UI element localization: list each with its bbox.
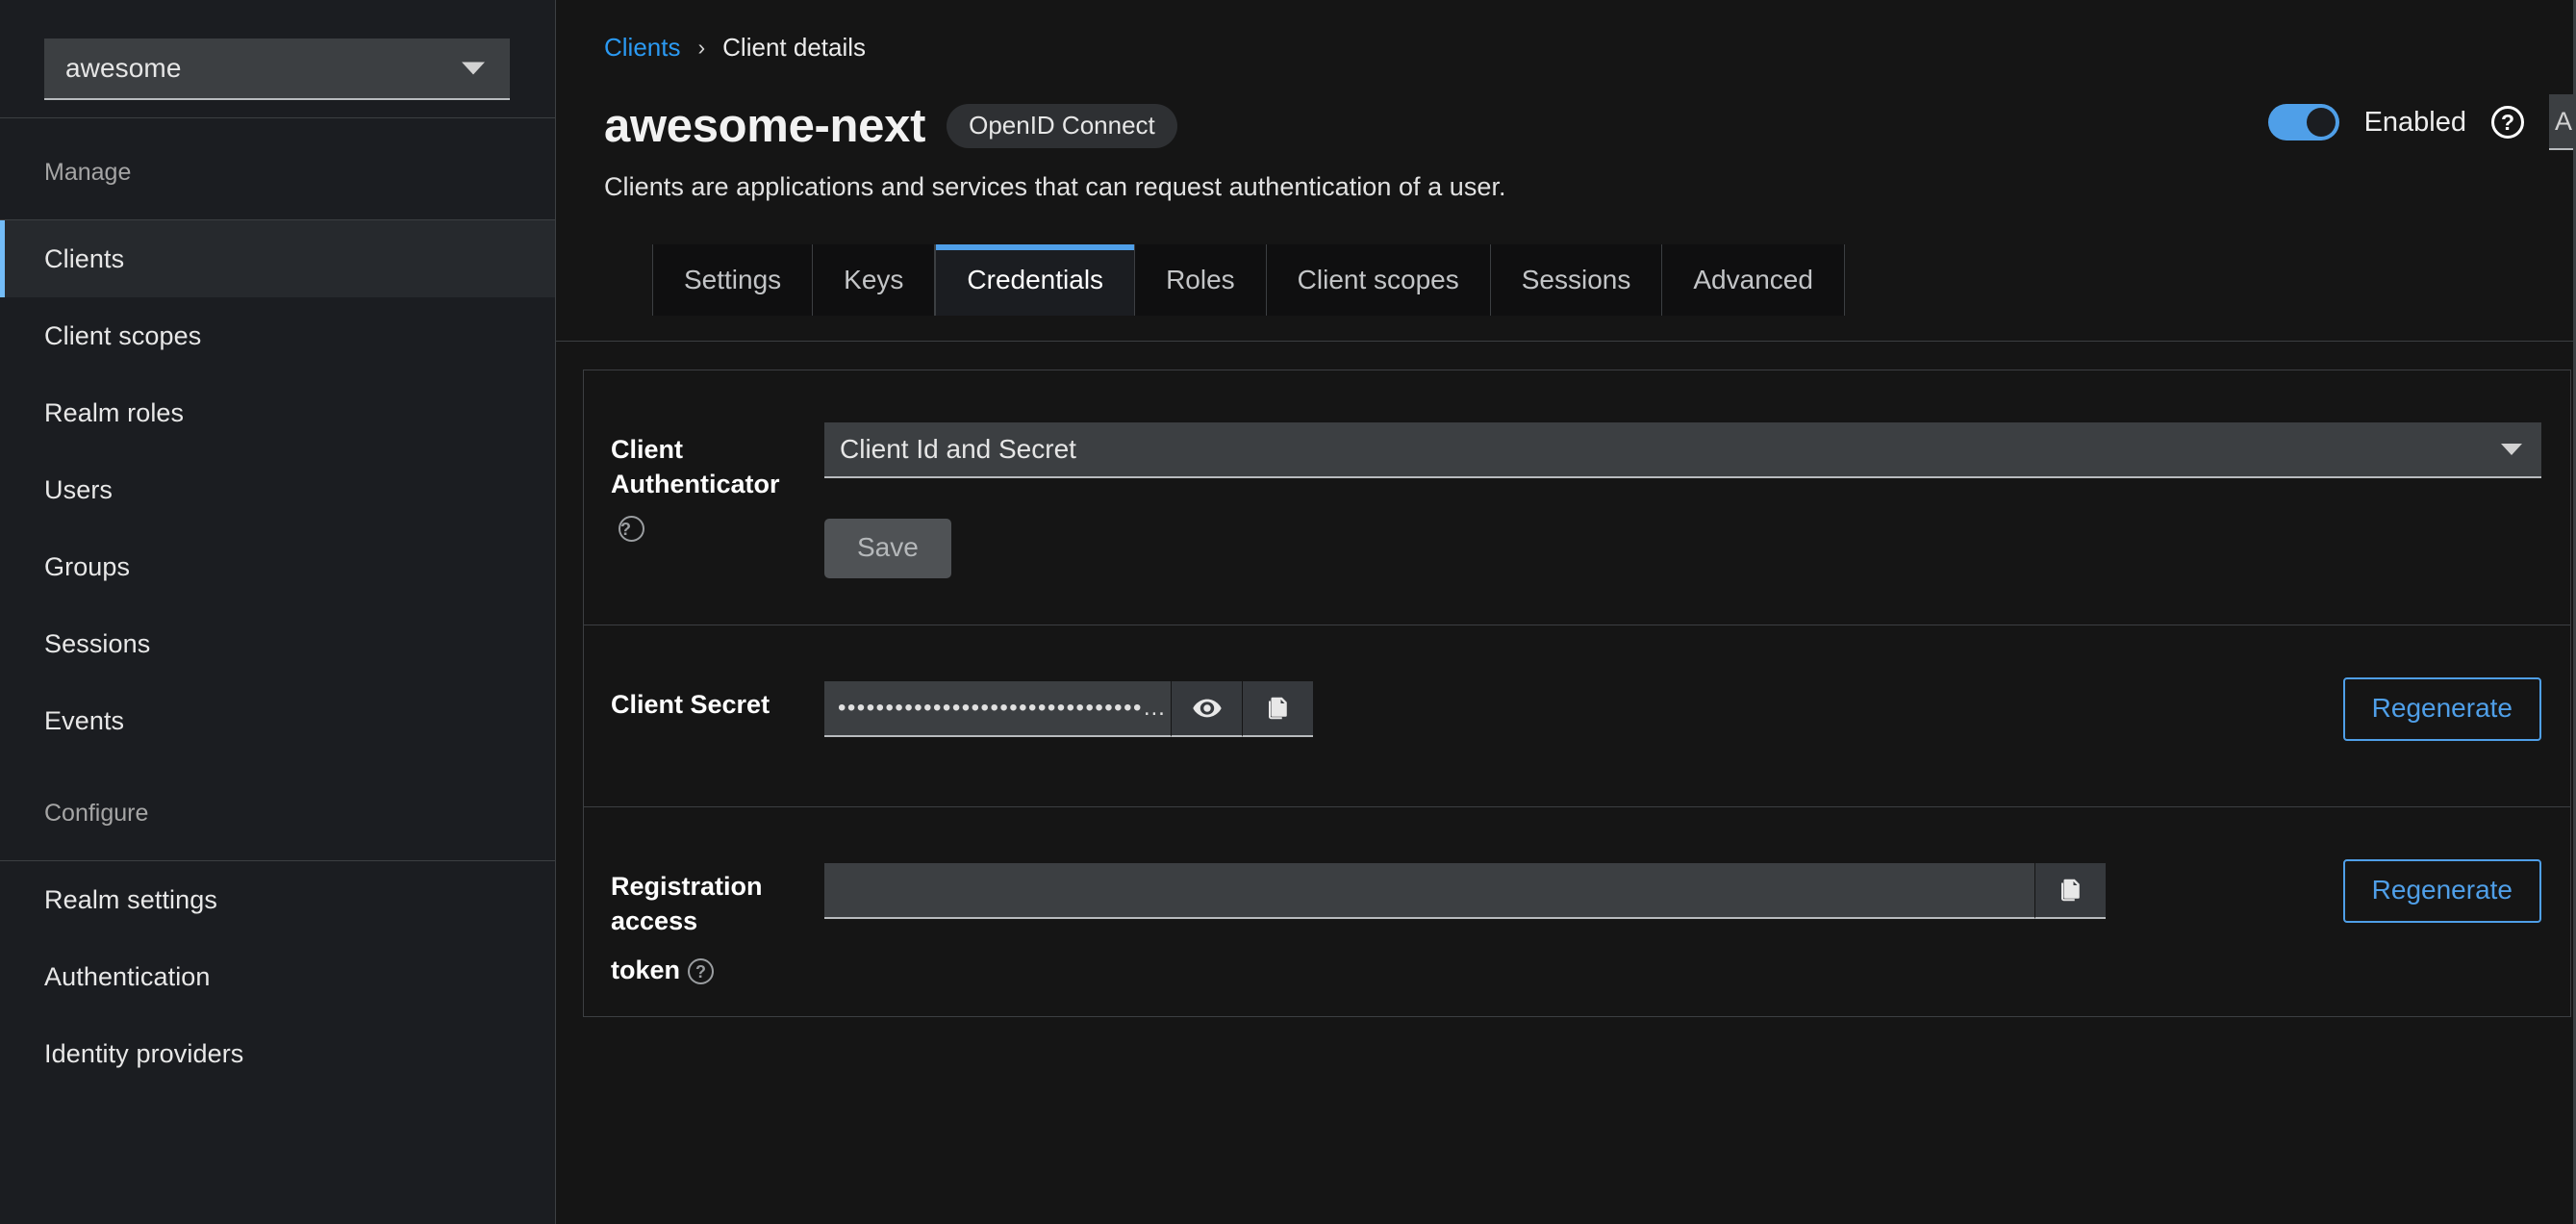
realm-selector[interactable]: awesome (44, 38, 510, 100)
sidebar-item-label: Clients (44, 243, 125, 273)
tab-sessions[interactable]: Sessions (1490, 244, 1663, 316)
save-button[interactable]: Save (824, 519, 951, 578)
breadcrumb: Clients › Client details (604, 33, 2576, 63)
tab-label: Keys (844, 265, 904, 294)
client-authenticator-label-text: Client Authenticator (611, 435, 780, 499)
client-secret-control: ••••••••••••••••••••••••••••••••… Regene… (824, 677, 2570, 741)
tab-client-scopes[interactable]: Client scopes (1266, 244, 1491, 316)
realm-selector-value: awesome (65, 53, 182, 83)
toggle-knob (2306, 108, 2336, 137)
nav-group-title-manage: Manage (44, 159, 132, 186)
tab-label: Settings (684, 265, 782, 294)
registration-access-token-label-line1: Registration access (611, 872, 763, 936)
keycloak-admin-console: awesome Manage Clients Client scopes Rea… (0, 0, 2576, 1224)
tab-advanced[interactable]: Advanced (1662, 244, 1845, 316)
copy-icon (1264, 694, 1293, 723)
client-secret-row: Client Secret ••••••••••••••••••••••••••… (584, 625, 2570, 741)
tab-roles[interactable]: Roles (1135, 244, 1267, 316)
registration-access-token-input[interactable] (824, 863, 2034, 919)
page-header: Clients › Client details awesome-next Op… (556, 0, 2576, 316)
sidebar-item-label: Authentication (44, 961, 211, 991)
sidebar-item-label: Groups (44, 551, 131, 581)
nav-list-manage: Clients Client scopes Realm roles Users … (0, 220, 555, 759)
main-content: Clients › Client details awesome-next Op… (556, 0, 2576, 1224)
copy-icon (2057, 876, 2085, 905)
client-authenticator-select[interactable]: Client Id and Secret (824, 422, 2541, 478)
copy-secret-button[interactable] (1242, 681, 1313, 737)
breadcrumb-separator-icon: › (697, 35, 706, 60)
sidebar-item-realm-roles[interactable]: Realm roles (0, 374, 555, 451)
tab-keys[interactable]: Keys (813, 244, 936, 316)
sidebar-item-label: Client scopes (44, 320, 202, 350)
header-edge-field[interactable]: A (2549, 94, 2576, 150)
client-secret-label-text: Client Secret (611, 690, 770, 719)
tab-bar-underline (556, 341, 2576, 342)
sidebar-item-identity-providers[interactable]: Identity providers (0, 1015, 555, 1092)
sidebar-item-label: Identity providers (44, 1038, 244, 1068)
tab-settings[interactable]: Settings (652, 244, 814, 316)
sidebar-item-users[interactable]: Users (0, 451, 555, 528)
page-title: awesome-next (604, 100, 926, 152)
sidebar-item-events[interactable]: Events (0, 682, 555, 759)
client-secret-section: Client Secret ••••••••••••••••••••••••••… (584, 625, 2570, 806)
sidebar: awesome Manage Clients Client scopes Rea… (0, 0, 556, 1224)
sidebar-item-sessions[interactable]: Sessions (0, 605, 555, 682)
credentials-panel: Client Authenticator ? Client Id and Sec… (556, 370, 2576, 1224)
registration-access-token-row: Registration access token? Regenerate (584, 807, 2570, 987)
copy-registration-token-button[interactable] (2034, 863, 2106, 919)
chevron-down-icon (2501, 444, 2522, 455)
tab-label: Credentials (967, 265, 1104, 294)
client-authenticator-control: Client Id and Secret Save (824, 422, 2570, 625)
regenerate-registration-token-button[interactable]: Regenerate (2342, 859, 2541, 923)
realm-selector-wrapper: awesome (0, 0, 555, 100)
client-authenticator-row: Client Authenticator ? Client Id and Sec… (584, 370, 2570, 625)
client-authenticator-section: Client Authenticator ? Client Id and Sec… (584, 370, 2570, 625)
sidebar-item-label: Realm roles (44, 397, 185, 427)
header-actions: Enabled ? A (2267, 94, 2576, 150)
enabled-toggle[interactable] (2267, 104, 2339, 140)
client-authenticator-label: Client Authenticator ? (611, 422, 824, 542)
question-circle-icon[interactable]: ? (2491, 106, 2524, 139)
nav-group-title-configure: Configure (44, 800, 149, 827)
tab-bar: Settings Keys Credentials Roles Client s… (652, 244, 2576, 316)
question-circle-icon[interactable]: ? (688, 958, 715, 985)
enabled-toggle-label: Enabled (2363, 106, 2466, 138)
registration-access-token-label-line2: token (611, 955, 681, 984)
tab-credentials[interactable]: Credentials (935, 244, 1136, 316)
nav-list-configure: Realm settings Authentication Identity p… (0, 861, 555, 1092)
sidebar-item-groups[interactable]: Groups (0, 528, 555, 605)
registration-access-token-section: Registration access token? Regenerate (584, 806, 2570, 1016)
sidebar-item-label: Sessions (44, 628, 151, 658)
client-secret-input[interactable]: ••••••••••••••••••••••••••••••••… (824, 681, 1171, 737)
tab-label: Roles (1166, 265, 1235, 294)
sidebar-item-label: Events (44, 705, 125, 735)
tab-label: Client scopes (1297, 265, 1459, 294)
tab-label: Sessions (1521, 265, 1631, 294)
registration-access-token-label: Registration access token? (611, 859, 824, 987)
sidebar-item-client-scopes[interactable]: Client scopes (0, 297, 555, 374)
show-secret-button[interactable] (1171, 681, 1242, 737)
credentials-card: Client Authenticator ? Client Id and Sec… (583, 370, 2571, 1018)
tab-label: Advanced (1693, 265, 1813, 294)
chevron-down-icon (462, 62, 485, 75)
page-subtitle: Clients are applications and services th… (604, 172, 1506, 201)
protocol-badge: OpenID Connect (947, 104, 1177, 148)
client-authenticator-selected-value: Client Id and Secret (840, 434, 1076, 464)
sidebar-item-realm-settings[interactable]: Realm settings (0, 861, 555, 938)
breadcrumb-current: Client details (722, 33, 867, 62)
registration-access-token-label-line2-wrap: token? (611, 953, 824, 987)
question-circle-icon[interactable]: ? (619, 515, 644, 542)
client-secret-label: Client Secret (611, 677, 824, 722)
breadcrumb-link-clients[interactable]: Clients (604, 33, 680, 63)
sidebar-item-clients[interactable]: Clients (0, 220, 555, 297)
sidebar-item-authentication[interactable]: Authentication (0, 938, 555, 1015)
sidebar-item-label: Users (44, 474, 114, 504)
sidebar-item-label: Realm settings (44, 884, 217, 914)
regenerate-secret-button[interactable]: Regenerate (2342, 677, 2541, 741)
registration-access-token-control: Regenerate (824, 859, 2570, 923)
eye-icon (1192, 693, 1223, 724)
